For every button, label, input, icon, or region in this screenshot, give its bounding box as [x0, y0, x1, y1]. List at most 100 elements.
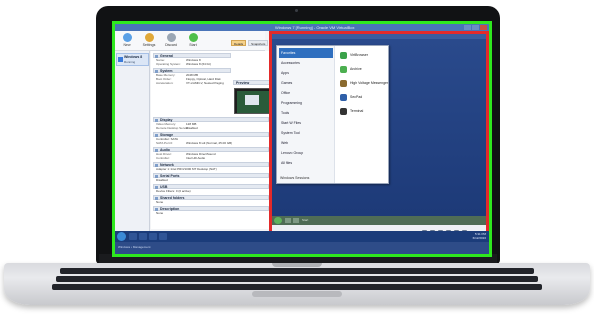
host-status-text: Windows • Management: [118, 245, 151, 249]
section-usb-header[interactable]: USB: [153, 184, 269, 189]
discard-icon: [166, 33, 176, 42]
menu-item[interactable]: Web: [279, 138, 333, 148]
keyboard-row: [52, 284, 542, 290]
view-tabs: Details Snapshots: [231, 40, 269, 46]
section-serial: Serial Ports Disabled: [153, 173, 269, 182]
detail-key: Controller:: [156, 156, 170, 160]
new-button[interactable]: New: [115, 33, 139, 47]
detail-value: Windows 8.vdi (Normal, 25.00 GB): [186, 141, 233, 145]
keyboard-row: [60, 268, 534, 274]
menu-item[interactable]: Office: [279, 88, 333, 98]
menu-item[interactable]: System Tool: [279, 128, 333, 138]
taskbar-app-icon[interactable]: [129, 233, 137, 240]
settings-button[interactable]: Settings: [137, 33, 161, 47]
detail-value: Windows 8 (64 bit): [186, 62, 211, 66]
program-item[interactable]: Archive: [339, 64, 389, 76]
detail-row: Operating System: Windows 8 (64 bit): [153, 62, 231, 66]
program-item[interactable]: Terminal: [339, 106, 389, 118]
vm-state: Running: [124, 60, 136, 64]
minimize-button[interactable]: [464, 25, 471, 30]
menu-item[interactable]: Apps: [279, 68, 333, 78]
discard-label: Discard: [165, 43, 177, 47]
guest-start-button[interactable]: [274, 217, 282, 224]
detail-key: SATA Port 0:: [156, 141, 173, 145]
menu-item[interactable]: Tools: [279, 108, 333, 118]
start-label: Start: [189, 43, 197, 47]
section-shared-folders: Shared folders None: [153, 195, 269, 204]
settings-label: Settings: [142, 43, 156, 47]
detail-value: Intel HD Audio: [186, 156, 206, 160]
discard-button[interactable]: Discard: [159, 33, 183, 47]
laptop-notch: [272, 263, 322, 267]
taskbar-app-icon[interactable]: [285, 218, 291, 223]
clock-date: 6/12/2016: [472, 236, 486, 240]
taskbar-app-icon[interactable]: [149, 233, 157, 240]
menu-item[interactable]: Lenovo Group: [279, 148, 333, 158]
section-shared-header[interactable]: Shared folders: [153, 195, 269, 200]
vm-name: Windows 8: [124, 55, 143, 59]
detail-row: None: [156, 200, 164, 204]
menu-item[interactable]: All files: [279, 158, 333, 168]
program-item[interactable]: VirtBrowser: [339, 50, 389, 62]
detail-key: Operating System:: [156, 62, 181, 66]
start-button[interactable]: Start: [181, 33, 205, 47]
preview-window: [245, 95, 259, 105]
window-titlebar[interactable]: Windows 7 [Running] - Oracle VM VirtualB…: [115, 24, 489, 31]
trackpad[interactable]: [252, 291, 342, 297]
section-network-header[interactable]: Network: [153, 162, 269, 167]
section-display: Display Video Memory: 128 MB Remote Deskt…: [153, 117, 269, 130]
menu-item[interactable]: Accessories: [279, 58, 333, 68]
menu-item[interactable]: Games: [279, 78, 333, 88]
program-label: SecPad: [350, 95, 363, 99]
detail-row: Acceleration: VT-x/AMD-V, Nested Paging: [153, 81, 231, 85]
program-item[interactable]: SecPad: [339, 92, 389, 104]
new-icon: [122, 33, 132, 42]
section-system-header[interactable]: System: [153, 68, 231, 73]
host-start-button[interactable]: [117, 232, 126, 241]
maximize-button[interactable]: [472, 25, 479, 30]
archive-icon: [340, 66, 347, 73]
detail-row: Remote Desktop Server:Disabled: [153, 126, 269, 130]
guest-taskbar-label: Start: [302, 218, 309, 222]
close-button[interactable]: [480, 25, 487, 30]
vm-list-item[interactable]: Windows 8 Running: [116, 53, 149, 66]
menu-item[interactable]: Programming: [279, 98, 333, 108]
taskbar-app-icon[interactable]: [159, 233, 167, 240]
host-status-strip: Windows • Management: [115, 242, 489, 254]
keyboard-row: [56, 276, 538, 282]
menu-item[interactable]: Favorites: [279, 48, 333, 58]
detail-row: Device Filters: 0 (0 active): [156, 189, 191, 193]
vm-list: Windows 8 Running: [115, 51, 150, 231]
section-general-header[interactable]: General: [153, 53, 231, 58]
program-item[interactable]: High Voltage Messenger: [339, 78, 389, 90]
manager-toolbar: New Settings Discard Start Details Snaps…: [115, 31, 269, 51]
new-label: New: [123, 43, 131, 47]
program-label: High Voltage Messenger: [350, 81, 389, 85]
camera-icon: [295, 9, 298, 12]
tab-snapshots[interactable]: Snapshots: [248, 40, 269, 46]
section-general: General Name: Windows 8 Operating System:…: [153, 53, 231, 66]
taskbar-app-icon[interactable]: [293, 218, 299, 223]
program-label: VirtBrowser: [350, 53, 369, 57]
start-menu-categories: Favorites Accessories Apps Games Office …: [277, 46, 335, 183]
guest-desktop[interactable]: Favorites Accessories Apps Games Office …: [272, 39, 486, 216]
detail-key: Acceleration:: [156, 81, 174, 85]
start-menu-footer[interactable]: Windows Sessions: [280, 176, 309, 180]
section-serial-header[interactable]: Serial Ports: [153, 173, 269, 178]
section-audio-header[interactable]: Audio: [153, 147, 269, 152]
section-audio: Audio Host Driver: Windows DirectSound Co…: [153, 147, 269, 160]
host-clock[interactable]: 5:31 PM 6/12/2016: [473, 232, 486, 240]
section-description-header[interactable]: Description: [153, 206, 269, 211]
vm-guest-display[interactable]: Favorites Accessories Apps Games Office …: [269, 31, 489, 246]
detail-value: VT-x/AMD-V, Nested Paging: [186, 81, 224, 85]
section-system: System Base Memory: 2048 MB Boot Order: Fl…: [153, 68, 231, 85]
section-display-header[interactable]: Display: [153, 117, 269, 122]
section-storage-header[interactable]: Storage: [153, 132, 269, 137]
detail-row: SATA Port 0: Windows 8.vdi (Normal, 25.00…: [153, 141, 269, 145]
detail-key: Remote Desktop Server:: [156, 126, 189, 130]
taskbar-app-icon[interactable]: [139, 233, 147, 240]
tab-details[interactable]: Details: [231, 40, 247, 46]
menu-item[interactable]: Start W Files: [279, 118, 333, 128]
section-network: Network Adapter 1: Intel PRO/1000 MT Des…: [153, 162, 269, 171]
section-preview-header[interactable]: Preview: [233, 80, 271, 85]
